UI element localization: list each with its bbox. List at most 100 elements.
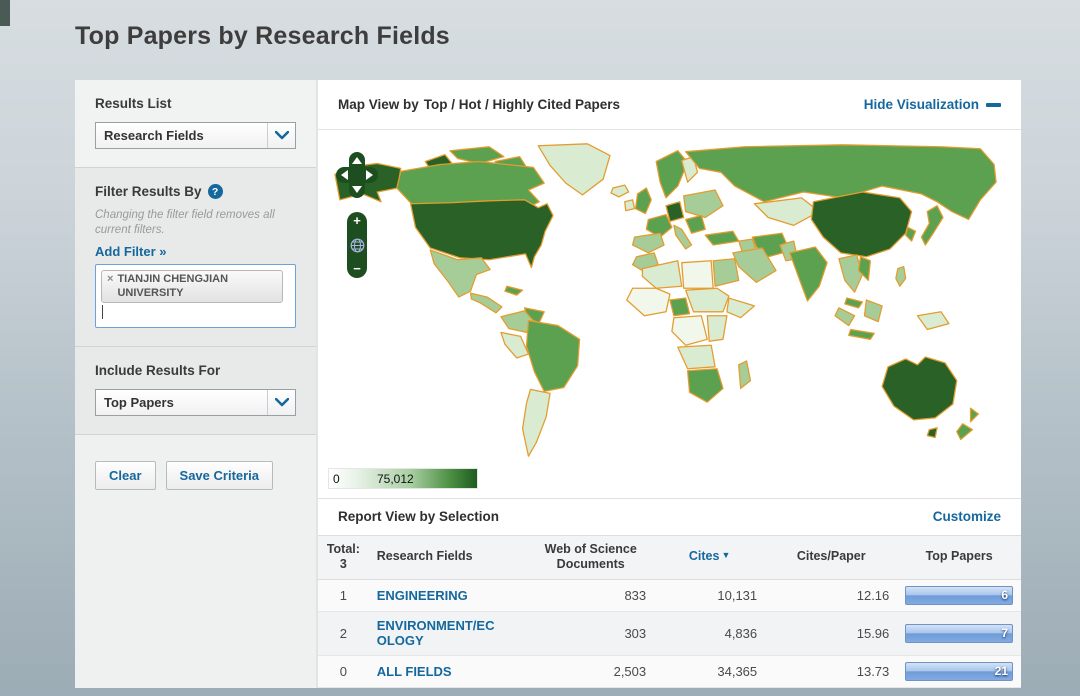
row-cites-per-paper: 13.73: [765, 656, 897, 688]
map-region-malaysia[interactable]: [845, 298, 863, 308]
filter-tag-label: TIANJIN CHENGJIAN UNIVERSITY: [117, 273, 276, 301]
top-papers-value: 7: [1001, 626, 1008, 640]
map-region-new-zealand[interactable]: [957, 408, 979, 439]
filter-input-box[interactable]: × TIANJIN CHENGJIAN UNIVERSITY: [95, 264, 296, 328]
text-cursor: [102, 305, 103, 319]
row-docs: 303: [527, 611, 654, 655]
map-region-south-africa[interactable]: [688, 369, 723, 402]
include-results-section: Include Results For Top Papers: [75, 346, 316, 434]
map-region-ethiopia[interactable]: [727, 298, 755, 318]
map-region-scandinavia[interactable]: [656, 151, 687, 198]
map-region-west-africa[interactable]: [627, 289, 670, 317]
filter-note: Changing the filter field removes all cu…: [95, 208, 296, 238]
map-region-central-america[interactable]: [471, 294, 502, 314]
map-region-libya[interactable]: [682, 261, 713, 289]
row-rank: 0: [318, 656, 369, 688]
world-map-area: + − 0 75,012: [318, 130, 1021, 498]
map-pan-control[interactable]: [336, 152, 378, 198]
map-region-india[interactable]: [790, 247, 827, 301]
include-results-value: Top Papers: [96, 395, 267, 410]
zoom-in-icon[interactable]: +: [353, 215, 361, 227]
table-row: 0 ALL FIELDS 2,503 34,365 13.73 21: [318, 656, 1021, 688]
map-region-java[interactable]: [849, 330, 875, 340]
map-region-sudan[interactable]: [686, 289, 729, 313]
map-region-peru[interactable]: [501, 333, 529, 359]
column-wos-documents[interactable]: Web of Science Documents: [527, 535, 654, 579]
map-region-balkans[interactable]: [686, 216, 706, 234]
include-results-label: Include Results For: [95, 363, 296, 378]
results-list-select[interactable]: Research Fields: [95, 122, 296, 149]
main-panel: Map View by Top / Hot / Highly Cited Pape…: [318, 80, 1021, 688]
map-region-new-guinea[interactable]: [917, 312, 948, 330]
map-view-title: Map View by Top / Hot / Highly Cited Pape…: [338, 97, 620, 112]
map-region-thailand[interactable]: [839, 255, 863, 292]
map-view-title-prefix: Map View by: [338, 97, 419, 112]
field-link[interactable]: ENVIRONMENT/ECOLOGY: [377, 618, 495, 649]
map-region-greenland[interactable]: [538, 144, 610, 195]
map-region-eastern-europe[interactable]: [684, 190, 723, 218]
column-cites-per-paper[interactable]: Cites/Paper: [765, 535, 897, 579]
map-region-ireland[interactable]: [625, 200, 635, 211]
globe-icon[interactable]: [350, 238, 365, 253]
map-region-congo[interactable]: [672, 316, 707, 345]
map-region-borneo[interactable]: [864, 300, 882, 322]
map-region-east-africa[interactable]: [707, 316, 727, 342]
map-region-japan[interactable]: [921, 206, 943, 245]
row-cites: 10,131: [654, 579, 765, 611]
map-region-cuba[interactable]: [505, 287, 523, 296]
map-region-uk[interactable]: [636, 188, 652, 214]
save-criteria-button[interactable]: Save Criteria: [166, 461, 274, 490]
map-region-nigeria[interactable]: [670, 298, 690, 316]
map-view-header: Map View by Top / Hot / Highly Cited Pape…: [318, 80, 1021, 130]
table-header-row: Total: 3 Research Fields Web of Science …: [318, 535, 1021, 579]
sort-descending-icon: ▼: [721, 550, 730, 560]
zoom-out-icon[interactable]: −: [353, 263, 361, 275]
map-region-turkey[interactable]: [705, 232, 738, 246]
map-region-angola[interactable]: [678, 346, 715, 370]
top-papers-value: 21: [995, 664, 1008, 678]
map-zoom-control[interactable]: + −: [347, 212, 367, 278]
map-region-italy[interactable]: [674, 226, 692, 250]
actions-section: Clear Save Criteria: [75, 434, 316, 688]
map-region-iceland[interactable]: [611, 185, 629, 197]
chevron-down-icon: [267, 390, 295, 415]
table-row: 2 ENVIRONMENT/ECOLOGY 303 4,836 15.96 7: [318, 611, 1021, 655]
column-cites[interactable]: Cites▼: [654, 535, 765, 579]
hide-visualization-label: Hide Visualization: [864, 97, 979, 112]
report-view-header: Report View by Selection Customize: [318, 498, 1021, 535]
world-choropleth-map[interactable]: [332, 142, 1000, 460]
map-region-spain[interactable]: [633, 234, 664, 254]
field-link[interactable]: ALL FIELDS: [377, 664, 452, 680]
map-region-kazakhstan[interactable]: [754, 198, 819, 226]
map-region-philippines[interactable]: [896, 267, 906, 287]
clear-button[interactable]: Clear: [95, 461, 156, 490]
map-region-madagascar[interactable]: [739, 361, 751, 389]
map-region-tasmania[interactable]: [927, 428, 937, 438]
map-region-argentina[interactable]: [523, 390, 551, 457]
total-header: Total: 3: [318, 535, 369, 579]
map-view-title-main: Top / Hot / Highly Cited Papers: [424, 97, 620, 112]
map-region-australia[interactable]: [882, 357, 957, 420]
map-region-egypt[interactable]: [713, 259, 739, 287]
report-view-title: Report View by Selection: [338, 509, 499, 524]
map-region-brazil[interactable]: [527, 321, 580, 392]
map-region-china[interactable]: [811, 192, 911, 257]
top-papers-bar: 21: [905, 662, 1013, 681]
include-results-select[interactable]: Top Papers: [95, 389, 296, 416]
column-research-fields[interactable]: Research Fields: [369, 535, 528, 579]
map-region-korea[interactable]: [906, 228, 916, 242]
help-icon[interactable]: ?: [208, 184, 223, 199]
column-top-papers[interactable]: Top Papers: [897, 535, 1021, 579]
add-filter-link[interactable]: Add Filter »: [95, 244, 167, 259]
customize-link[interactable]: Customize: [933, 509, 1001, 524]
row-rank: 2: [318, 611, 369, 655]
row-cites-per-paper: 15.96: [765, 611, 897, 655]
remove-tag-icon[interactable]: ×: [107, 273, 113, 301]
hide-visualization-link[interactable]: Hide Visualization: [864, 97, 1001, 112]
map-region-germany[interactable]: [666, 202, 684, 222]
field-link[interactable]: ENGINEERING: [377, 588, 468, 604]
map-region-sumatra[interactable]: [835, 308, 855, 326]
top-papers-bar: 7: [905, 624, 1013, 643]
filter-heading: Filter Results By: [95, 184, 202, 199]
filter-section: Filter Results By ? Changing the filter …: [75, 167, 316, 346]
